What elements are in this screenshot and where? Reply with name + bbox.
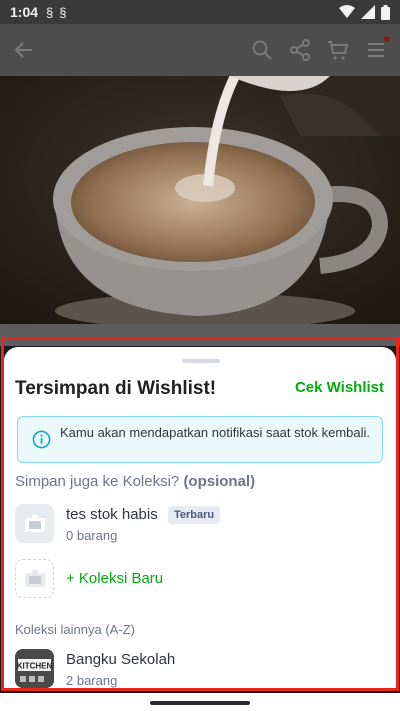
collection-thumbnail bbox=[15, 504, 54, 543]
collection-count: 2 barang bbox=[66, 673, 118, 688]
wifi-icon bbox=[339, 5, 355, 18]
new-collection-label: + Koleksi Baru bbox=[66, 570, 164, 587]
info-text: Kamu akan mendapatkan notifikasi saat st… bbox=[60, 425, 371, 440]
share-icon[interactable] bbox=[288, 38, 312, 62]
product-image bbox=[0, 76, 400, 324]
cart-icon[interactable] bbox=[326, 38, 350, 62]
app-bar bbox=[0, 24, 400, 76]
notification-icon: § bbox=[59, 4, 67, 20]
kitchen-label: KITCHEN bbox=[17, 662, 53, 671]
collection-name: tes stok habis bbox=[66, 506, 158, 523]
other-collections-heading: Koleksi lainnya (A-Z) bbox=[15, 622, 135, 637]
collection-subtitle: Simpan juga ke Koleksi? (opsional) bbox=[15, 473, 255, 490]
new-collection-button[interactable]: + Koleksi Baru bbox=[15, 559, 385, 599]
collection-name: Bangku Sekolah bbox=[66, 651, 176, 668]
battery-icon bbox=[381, 4, 390, 20]
collection-thumbnail: KITCHEN bbox=[15, 649, 54, 688]
wishlist-bottom-sheet: Tersimpan di Wishlist! Cek Wishlist Kamu… bbox=[4, 347, 396, 689]
newest-badge: Terbaru bbox=[168, 506, 221, 524]
notification-icon: § bbox=[46, 4, 54, 20]
notification-dot bbox=[384, 36, 390, 42]
drag-handle[interactable] bbox=[182, 359, 220, 363]
collection-item[interactable]: KITCHEN Bangku Sekolah 2 barang bbox=[15, 649, 385, 689]
sheet-title: Tersimpan di Wishlist! bbox=[15, 378, 217, 399]
menu-icon[interactable] bbox=[364, 36, 390, 62]
home-gesture-pill[interactable] bbox=[150, 701, 250, 705]
info-banner: Kamu akan mendapatkan notifikasi saat st… bbox=[17, 416, 383, 463]
dim-strip bbox=[0, 324, 400, 346]
kitchen-thumbnail-image: KITCHEN bbox=[15, 649, 54, 688]
info-icon bbox=[32, 430, 51, 449]
collection-count: 0 barang bbox=[66, 528, 118, 543]
status-bar: 1:04 § § bbox=[0, 0, 400, 24]
collection-item[interactable]: tes stok habis Terbaru 0 barang bbox=[15, 504, 385, 544]
subtitle-optional: (opsional) bbox=[183, 473, 256, 490]
signal-icon bbox=[361, 5, 375, 19]
search-icon[interactable] bbox=[250, 38, 274, 62]
image-placeholder-icon bbox=[24, 514, 45, 532]
cek-wishlist-button[interactable]: Cek Wishlist bbox=[295, 379, 384, 396]
image-placeholder-icon bbox=[24, 569, 45, 587]
new-collection-thumbnail bbox=[15, 559, 54, 598]
back-arrow-icon[interactable] bbox=[12, 38, 36, 62]
status-time: 1:04 bbox=[10, 4, 39, 20]
subtitle-text: Simpan juga ke Koleksi? bbox=[15, 473, 180, 490]
